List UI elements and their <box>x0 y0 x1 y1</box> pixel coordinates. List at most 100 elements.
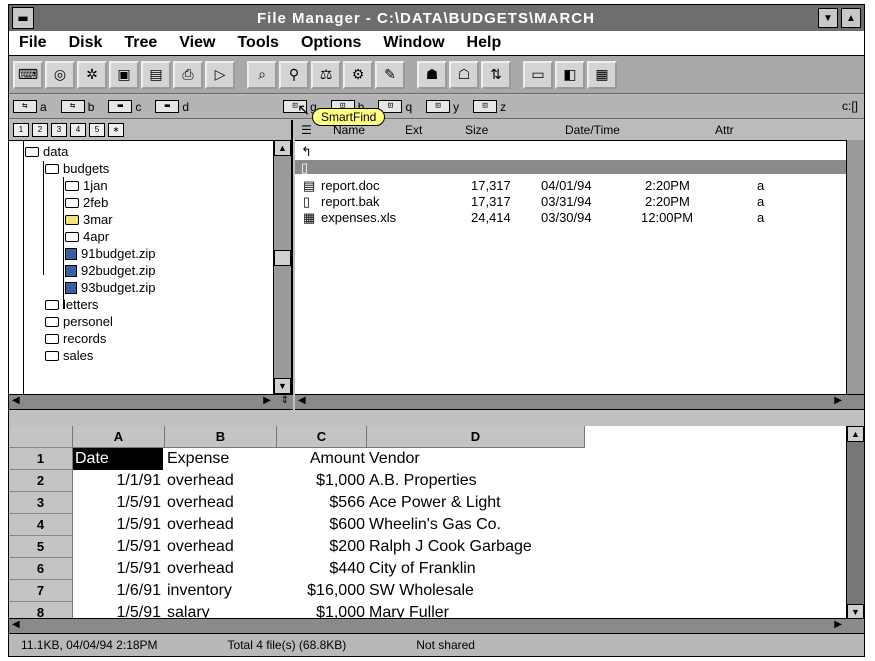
header-attr[interactable]: Attr <box>715 123 734 137</box>
network-icon[interactable]: ⚙ <box>343 60 373 89</box>
cell-c1[interactable]: Amount <box>277 448 365 470</box>
cell-c[interactable]: $16,000 <box>277 580 365 602</box>
row-header[interactable]: 2 <box>9 470 73 492</box>
cell-d[interactable]: City of Franklin <box>369 558 476 580</box>
drive-a[interactable]: ⇆ a <box>13 100 47 114</box>
bug-icon[interactable]: ✲ <box>77 60 107 89</box>
tree-node-3mar[interactable]: 3mar <box>9 211 291 228</box>
scroll-up-icon[interactable]: ▲ <box>274 140 291 156</box>
tile-icon[interactable]: ◧ <box>555 60 585 89</box>
tree-node-personel[interactable]: personel <box>9 313 291 330</box>
scroll-right-icon[interactable]: ▶ <box>263 395 271 406</box>
cell-a[interactable]: 1/5/91 <box>73 536 161 558</box>
row-header[interactable]: 6 <box>9 558 73 580</box>
cell-b[interactable]: overhead <box>167 536 234 558</box>
cell-b[interactable]: overhead <box>167 558 234 580</box>
print-icon[interactable]: ⎙ <box>173 60 203 89</box>
sheet-vertical-scrollbar[interactable]: ▲ ▼ <box>846 426 864 620</box>
parent-dir-row[interactable]: ↰ <box>295 144 846 160</box>
drive-y[interactable]: ⊡ y <box>426 100 459 114</box>
column-header-b[interactable]: B <box>165 426 277 448</box>
tree-level-2-button[interactable]: 2 <box>32 123 48 137</box>
row-header[interactable]: 5 <box>9 536 73 558</box>
cell-a[interactable]: 1/1/91 <box>73 470 161 492</box>
tree-node-91budget[interactable]: 91budget.zip <box>9 245 291 262</box>
cell-c[interactable]: $200 <box>277 536 365 558</box>
cell-c[interactable]: $1,000 <box>277 470 365 492</box>
drive-d[interactable]: ▬ d <box>155 100 189 114</box>
cell-d[interactable]: SW Wholesale <box>369 580 474 602</box>
drive-b[interactable]: ⇆ b <box>60 100 94 114</box>
cell-c[interactable]: $440 <box>277 558 365 580</box>
menu-view[interactable]: View <box>179 34 215 52</box>
tree-level-4-button[interactable]: 4 <box>70 123 86 137</box>
cell-a[interactable]: 1/6/91 <box>73 580 161 602</box>
columns-icon[interactable]: ☰ <box>301 123 312 137</box>
sheet-horizontal-scrollbar[interactable]: ◀ ▶ <box>9 618 864 634</box>
menu-help[interactable]: Help <box>467 34 502 52</box>
compare-icon[interactable]: ⚖ <box>311 60 341 89</box>
tree-vertical-scrollbar[interactable]: ▲ ▼ <box>273 140 291 394</box>
cell-a[interactable]: 1/5/91 <box>73 514 161 536</box>
file-horizontal-scrollbar[interactable]: ◀ ▶ <box>295 394 864 410</box>
selected-row[interactable]: ▯ <box>295 160 846 175</box>
tree-node-letters[interactable]: letters <box>9 296 291 313</box>
tree-node-4apr[interactable]: 4apr <box>9 228 291 245</box>
menu-file[interactable]: File <box>19 34 47 52</box>
title-bar[interactable]: ▬ File Manager - C:\DATA\BUDGETS\MARCH ▼… <box>9 5 864 31</box>
tree-node-data[interactable]: data <box>9 143 291 160</box>
split-icon[interactable]: ⇕ <box>281 395 289 406</box>
cell-b[interactable]: overhead <box>167 470 234 492</box>
share-icon[interactable]: ☗ <box>417 60 447 89</box>
scroll-left-icon[interactable]: ◀ <box>298 395 306 406</box>
row-header[interactable]: 7 <box>9 580 73 602</box>
scroll-down-icon[interactable]: ▼ <box>274 378 291 394</box>
header-size[interactable]: Size <box>465 123 488 137</box>
system-menu-icon[interactable]: ▬ <box>12 7 34 29</box>
tree-node-92budget[interactable]: 92budget.zip <box>9 262 291 279</box>
file-row[interactable]: ▤ report.doc 17,317 04/01/94 2:20PM a <box>295 178 846 194</box>
move-file-icon[interactable]: ▣ <box>109 60 139 89</box>
drive-z[interactable]: ⊡ z <box>473 100 506 114</box>
drive-c[interactable]: ▬ c <box>108 100 141 114</box>
menu-disk[interactable]: Disk <box>69 34 103 52</box>
tree-all-button[interactable]: ∗ <box>108 123 124 137</box>
header-datetime[interactable]: Date/Time <box>565 123 620 137</box>
connect-drive-icon[interactable]: ⌨ <box>13 60 43 89</box>
tree-node-1jan[interactable]: 1jan <box>9 177 291 194</box>
run-icon[interactable]: ▷ <box>205 60 235 89</box>
minimize-button[interactable]: ▼ <box>818 8 838 28</box>
column-header-d[interactable]: D <box>367 426 585 448</box>
tree-level-1-button[interactable]: 1 <box>13 123 29 137</box>
cell-b1[interactable]: Expense <box>167 448 229 470</box>
tree-node-records[interactable]: records <box>9 330 291 347</box>
menu-options[interactable]: Options <box>301 34 361 52</box>
tree-node-budgets[interactable]: budgets <box>9 160 291 177</box>
smartfind-icon[interactable]: ⌕ <box>247 60 277 89</box>
disk-icon[interactable]: ◎ <box>45 60 75 89</box>
column-header-a[interactable]: A <box>73 426 165 448</box>
cell-d[interactable]: Ace Power & Light <box>369 492 501 514</box>
cell-d1[interactable]: Vendor <box>369 448 420 470</box>
cell-d[interactable]: Ralph J Cook Garbage <box>369 536 532 558</box>
scroll-up-icon[interactable]: ▲ <box>847 426 864 442</box>
scroll-right-icon[interactable]: ▶ <box>834 619 842 630</box>
cell-c[interactable]: $600 <box>277 514 365 536</box>
new-window-icon[interactable]: ▭ <box>523 60 553 89</box>
tree-node-2feb[interactable]: 2feb <box>9 194 291 211</box>
tree-level-5-button[interactable]: 5 <box>89 123 105 137</box>
row-header[interactable]: 4 <box>9 514 73 536</box>
cell-b[interactable]: inventory <box>167 580 232 602</box>
tree-horizontal-scrollbar[interactable]: ◀ ▶ ⇕ <box>9 394 293 410</box>
cell-c[interactable]: $566 <box>277 492 365 514</box>
menu-tree[interactable]: Tree <box>124 34 157 52</box>
column-header-c[interactable]: C <box>277 426 367 448</box>
cell-d[interactable]: Wheelin's Gas Co. <box>369 514 501 536</box>
clean-icon[interactable]: ✎ <box>375 60 405 89</box>
cascade-icon[interactable]: ▦ <box>587 60 617 89</box>
header-ext[interactable]: Ext <box>405 123 422 137</box>
menu-tools[interactable]: Tools <box>237 34 278 52</box>
scroll-right-icon[interactable]: ▶ <box>834 395 842 406</box>
file-row[interactable]: ▦ expenses.xls 24,414 03/30/94 12:00PM a <box>295 210 846 226</box>
copy-file-icon[interactable]: ▤ <box>141 60 171 89</box>
